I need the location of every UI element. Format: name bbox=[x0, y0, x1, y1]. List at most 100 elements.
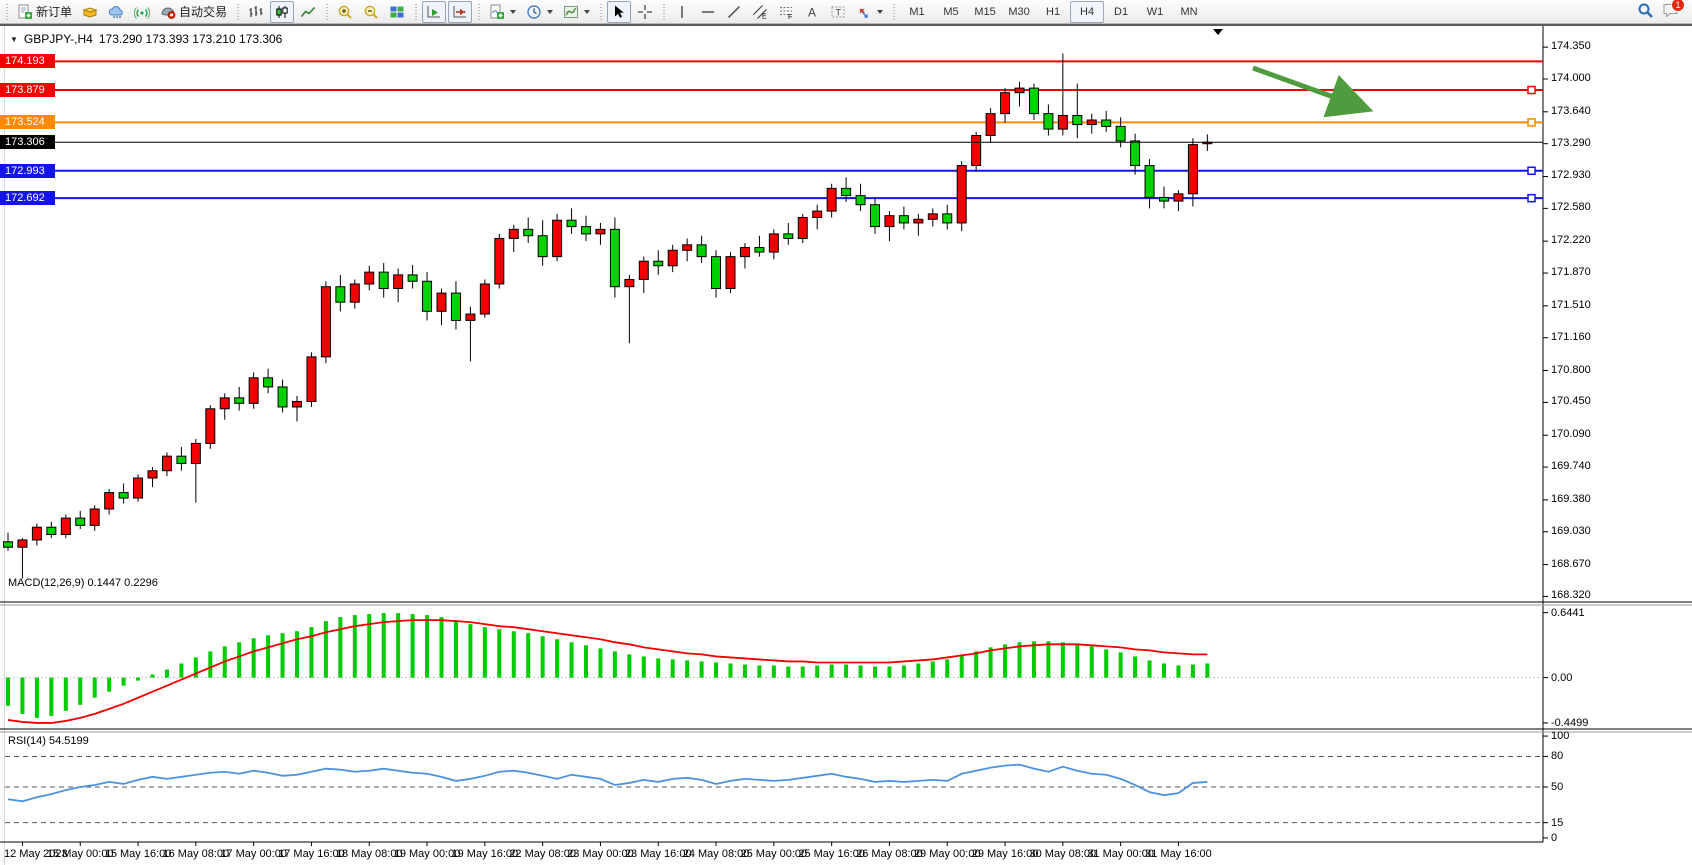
candle-body bbox=[668, 250, 677, 265]
new-order-icon bbox=[17, 4, 33, 20]
timeframe-button-W1[interactable]: W1 bbox=[1138, 1, 1172, 23]
crosshair-button[interactable] bbox=[633, 1, 657, 23]
chart-shift-marker-icon[interactable] bbox=[1213, 29, 1223, 35]
candle-body bbox=[220, 398, 229, 409]
arrow-objects-button[interactable] bbox=[852, 1, 887, 23]
candle-body bbox=[842, 188, 851, 195]
time-tick-label: 26 May 08:00 bbox=[856, 848, 923, 860]
bar-chart-mode-button[interactable] bbox=[244, 1, 268, 23]
news-cloud-button[interactable] bbox=[104, 1, 128, 23]
vertical-line-button[interactable] bbox=[670, 1, 694, 23]
price-tick-label: 169.380 bbox=[1551, 493, 1591, 505]
toolbar-grip[interactable] bbox=[4, 4, 9, 20]
toolbar-grip[interactable] bbox=[413, 4, 418, 20]
candle-body bbox=[76, 518, 85, 525]
timeframe-button-M1[interactable]: M1 bbox=[900, 1, 934, 23]
fibonacci-button[interactable]: F bbox=[774, 1, 798, 23]
svg-text:E: E bbox=[762, 13, 767, 20]
toolbar-grip[interactable] bbox=[235, 4, 240, 20]
candle-body bbox=[90, 509, 99, 525]
timeframe-button-M30[interactable]: M30 bbox=[1002, 1, 1036, 23]
candle-body bbox=[235, 398, 244, 403]
candle-body bbox=[191, 443, 200, 463]
time-tick-label: 25 May 16:00 bbox=[798, 848, 865, 860]
toolbar-right: 1 bbox=[1637, 2, 1690, 22]
one-click-collapse-icon[interactable]: ▼ bbox=[10, 35, 18, 44]
candle-body bbox=[1001, 93, 1010, 114]
zoom-out-icon bbox=[363, 4, 379, 20]
timeframe-button-M5[interactable]: M5 bbox=[934, 1, 968, 23]
price-tick-label: 173.290 bbox=[1551, 137, 1591, 149]
period-selector-button[interactable] bbox=[522, 1, 557, 23]
price-tick-label: 171.870 bbox=[1551, 266, 1591, 278]
notifications-button[interactable]: 1 bbox=[1662, 2, 1680, 22]
time-tick-label: 22 May 08:00 bbox=[509, 848, 576, 860]
zoom-in-button[interactable] bbox=[333, 1, 357, 23]
hline-handle[interactable] bbox=[1528, 87, 1535, 94]
candle-body bbox=[1145, 166, 1154, 198]
horizontal-line-button[interactable] bbox=[696, 1, 720, 23]
hline-handle[interactable] bbox=[1528, 195, 1535, 202]
auto-scroll-button[interactable] bbox=[422, 1, 446, 23]
time-tick-label: 30 May 08:00 bbox=[1030, 848, 1097, 860]
time-tick-label: 31 May 16:00 bbox=[1145, 848, 1212, 860]
toolbar-grip[interactable] bbox=[476, 4, 481, 20]
level-price-label: 173.879 bbox=[0, 83, 55, 97]
candle-body bbox=[264, 378, 273, 387]
template-selector-button[interactable] bbox=[559, 1, 594, 23]
toolbar-grip[interactable] bbox=[324, 4, 329, 20]
time-tick-label: 19 May 00:00 bbox=[394, 848, 461, 860]
search-icon[interactable] bbox=[1637, 2, 1654, 22]
price-tick-label: 170.090 bbox=[1551, 428, 1591, 440]
trend-arrow-annotation[interactable] bbox=[1253, 68, 1364, 108]
timeframe-button-H1[interactable]: H1 bbox=[1036, 1, 1070, 23]
rsi-line bbox=[8, 765, 1207, 802]
timeframe-button-M15[interactable]: M15 bbox=[968, 1, 1002, 23]
equidistant-channel-button[interactable]: E bbox=[748, 1, 772, 23]
chart-shift-button[interactable] bbox=[448, 1, 472, 23]
toolbar-grip[interactable] bbox=[598, 4, 603, 20]
candle-body bbox=[4, 542, 13, 547]
time-tick-label: 15 May 00:00 bbox=[47, 848, 114, 860]
new-order-label: 新订单 bbox=[36, 3, 72, 20]
zoom-out-button[interactable] bbox=[359, 1, 383, 23]
trendline-button[interactable] bbox=[722, 1, 746, 23]
candle-body bbox=[379, 272, 388, 288]
new-order-button[interactable]: 新订单 bbox=[13, 1, 76, 23]
timeframe-button-D1[interactable]: D1 bbox=[1104, 1, 1138, 23]
toolbar-grip[interactable] bbox=[891, 4, 896, 20]
time-tick-label: 31 May 00:00 bbox=[1087, 848, 1154, 860]
candle-body bbox=[639, 261, 648, 279]
hline-handle[interactable] bbox=[1528, 167, 1535, 174]
candle-body bbox=[596, 229, 605, 234]
candle-body bbox=[755, 248, 764, 253]
chart-title: ▼ GBPJPY-,H4 173.290 173.393 173.210 173… bbox=[10, 32, 282, 46]
candle-body bbox=[394, 275, 403, 289]
rsi-indicator-label: RSI(14) 54.5199 bbox=[8, 735, 89, 747]
cursor-button[interactable] bbox=[607, 1, 631, 23]
line-chart-mode-button[interactable] bbox=[296, 1, 320, 23]
candlestick-icon bbox=[274, 4, 290, 20]
candle-body bbox=[365, 272, 374, 284]
add-indicator-button[interactable] bbox=[485, 1, 520, 23]
signal-icon bbox=[134, 4, 150, 20]
text-button[interactable]: A bbox=[800, 1, 824, 23]
current-price-label: 173.306 bbox=[0, 135, 55, 149]
candle-body bbox=[871, 205, 880, 227]
candlestick-mode-button[interactable] bbox=[270, 1, 294, 23]
price-tick-label: 170.450 bbox=[1551, 395, 1591, 407]
tile-windows-button[interactable] bbox=[385, 1, 409, 23]
text-label-button[interactable]: T bbox=[826, 1, 850, 23]
signal-button[interactable] bbox=[130, 1, 154, 23]
market-book-button[interactable] bbox=[78, 1, 102, 23]
candle-body bbox=[1160, 197, 1169, 201]
candle-body bbox=[105, 493, 114, 509]
candle-body bbox=[162, 456, 171, 471]
auto-trading-button[interactable]: 自动交易 bbox=[156, 1, 231, 23]
svg-text:T: T bbox=[836, 7, 842, 17]
timeframe-button-H4[interactable]: H4 bbox=[1070, 1, 1104, 23]
timeframe-button-MN[interactable]: MN bbox=[1172, 1, 1206, 23]
toolbar: 新订单 自动交易 bbox=[0, 0, 1692, 24]
hline-handle[interactable] bbox=[1528, 119, 1535, 126]
toolbar-grip[interactable] bbox=[661, 4, 666, 20]
